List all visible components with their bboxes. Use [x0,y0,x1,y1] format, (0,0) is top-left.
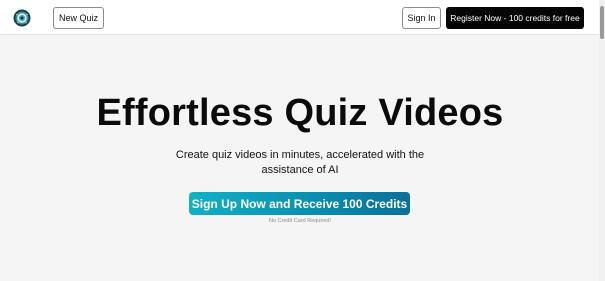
scrollbar-track[interactable] [599,0,605,281]
register-button[interactable]: Register Now - 100 credits for free [446,7,584,29]
page: New Quiz Sign In Register Now - 100 cred… [0,0,605,281]
hero-title: Effortless Quiz Videos [96,92,504,134]
scrollbar-thumb[interactable] [600,6,604,39]
quiz-logo-icon[interactable] [13,9,31,27]
sign-in-button[interactable]: Sign In [402,7,441,29]
hero-subtitle: Create quiz videos in minutes, accelerat… [175,149,425,176]
new-quiz-button[interactable]: New Quiz [53,7,104,29]
no-credit-card-note: No Credit Card Required! [268,218,332,224]
sign-up-cta-button[interactable]: Sign Up Now and Receive 100 Credits [189,192,410,215]
top-navbar: New Quiz Sign In Register Now - 100 cred… [0,0,605,35]
